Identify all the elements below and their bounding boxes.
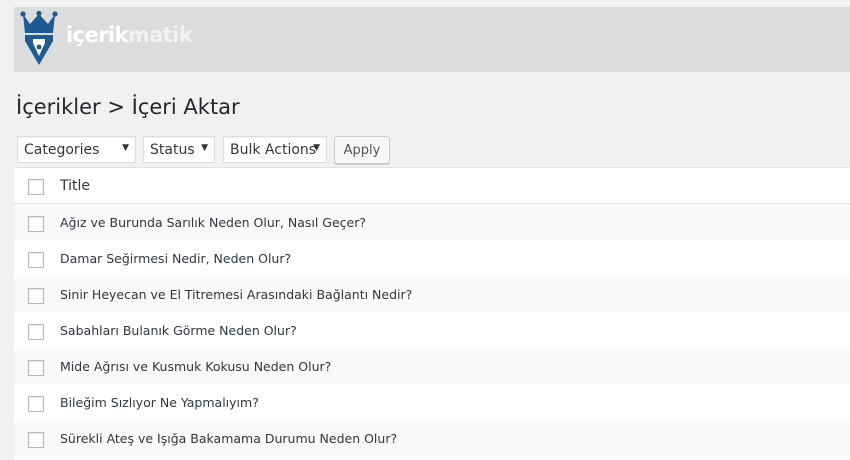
table-header: Title xyxy=(14,168,850,204)
dropdown-arrow-icon: ▼ xyxy=(313,143,320,153)
table-row: Sürekli Ateş ve Işığa Bakamama Durumu Ne… xyxy=(14,420,850,456)
row-checkbox[interactable] xyxy=(28,432,44,448)
table-row: Sabahları Bulanık Görme Neden Olur? xyxy=(14,312,850,348)
row-checkbox[interactable] xyxy=(28,396,44,412)
brand-name: içerikmatik xyxy=(66,23,193,47)
app-header: içerikmatik xyxy=(14,7,850,72)
categories-select[interactable]: Categories ▼ xyxy=(17,136,136,163)
table-row: Bileğim Sızlıyor Ne Yapmalıyım? xyxy=(14,384,850,420)
row-title-link[interactable]: Sinir Heyecan ve El Titremesi Arasındaki… xyxy=(60,287,412,302)
dropdown-arrow-icon: ▼ xyxy=(201,143,208,153)
table-row: Sinir Heyecan ve El Titremesi Arasındaki… xyxy=(14,276,850,312)
posts-table: Title Ağız ve Burunda Sarılık Neden Olur… xyxy=(14,167,850,460)
categories-select-label: Categories xyxy=(24,142,100,158)
row-title-link[interactable]: Bileğim Sızlıyor Ne Yapmalıyım? xyxy=(60,395,259,410)
row-checkbox[interactable] xyxy=(28,252,44,268)
bulk-actions-select[interactable]: Bulk Actions ▼ xyxy=(223,136,327,163)
row-title-link[interactable]: Mide Ağrısı ve Kusmuk Kokusu Neden Olur? xyxy=(60,359,331,374)
table-row: Damar Seğirmesi Nedir, Neden Olur? xyxy=(14,240,850,276)
select-all-checkbox[interactable] xyxy=(28,179,44,195)
dropdown-arrow-icon: ▼ xyxy=(122,143,129,153)
row-title-link[interactable]: Damar Seğirmesi Nedir, Neden Olur? xyxy=(60,251,291,266)
crown-pen-logo-icon[interactable] xyxy=(20,11,58,67)
row-title-link[interactable]: Sürekli Ateş ve Işığa Bakamama Durumu Ne… xyxy=(60,431,397,446)
table-row: Mide Ağrısı ve Kusmuk Kokusu Neden Olur? xyxy=(14,348,850,384)
apply-button[interactable]: Apply xyxy=(334,136,390,164)
bulk-actions-select-label: Bulk Actions xyxy=(230,142,317,158)
row-checkbox[interactable] xyxy=(28,360,44,376)
status-select[interactable]: Status ▼ xyxy=(143,136,215,163)
title-column-header[interactable]: Title xyxy=(60,178,90,194)
table-row: Ağız ve Burunda Sarılık Neden Olur, Nası… xyxy=(14,204,850,240)
row-checkbox[interactable] xyxy=(28,324,44,340)
row-checkbox[interactable] xyxy=(28,288,44,304)
page-title: İçerikler > İçeri Aktar xyxy=(16,95,240,119)
row-checkbox[interactable] xyxy=(28,216,44,232)
status-select-label: Status xyxy=(150,142,195,158)
row-title-link[interactable]: Ağız ve Burunda Sarılık Neden Olur, Nası… xyxy=(60,215,366,230)
row-title-link[interactable]: Sabahları Bulanık Görme Neden Olur? xyxy=(60,323,297,338)
